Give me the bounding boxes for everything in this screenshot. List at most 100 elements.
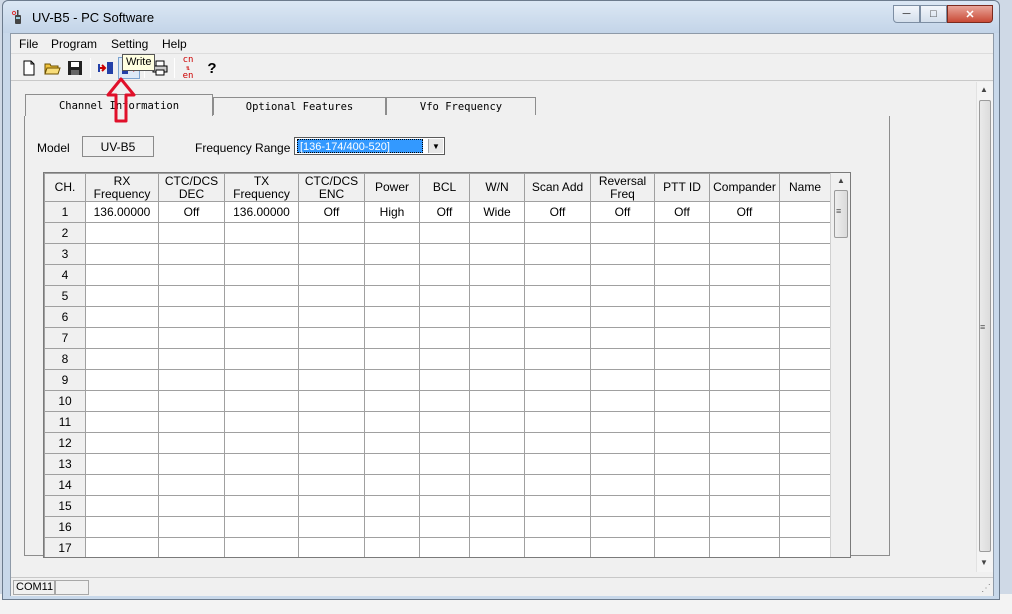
cell-tx-frequency[interactable] <box>224 327 299 349</box>
menu-setting[interactable]: Setting <box>111 37 148 51</box>
cell-bcl[interactable] <box>419 222 470 244</box>
column-header-power[interactable]: Power <box>364 173 420 202</box>
cell-reversal-freq[interactable] <box>590 495 655 517</box>
cell-reversal-freq[interactable]: Off <box>590 201 655 223</box>
cell-ctcdcs-enc[interactable] <box>298 516 365 538</box>
cell-ctcdcs-enc[interactable] <box>298 222 365 244</box>
table-row[interactable]: 6 <box>44 306 831 328</box>
cell-power[interactable] <box>364 474 420 496</box>
cell-reversal-freq[interactable] <box>590 306 655 328</box>
cell-reversal-freq[interactable] <box>590 411 655 433</box>
cell-bcl[interactable] <box>419 432 470 454</box>
cell-ptt-id[interactable] <box>654 306 710 328</box>
cell-ctcdcs-dec[interactable] <box>158 474 225 496</box>
cell-scan-add[interactable] <box>524 264 591 286</box>
cell-rx-frequency[interactable] <box>85 516 159 538</box>
cell-ptt-id[interactable] <box>654 453 710 475</box>
cell-reversal-freq[interactable] <box>590 222 655 244</box>
table-row[interactable]: 5 <box>44 285 831 307</box>
cell-ptt-id[interactable] <box>654 327 710 349</box>
cell-ctcdcs-dec[interactable] <box>158 285 225 307</box>
cell-bcl[interactable] <box>419 390 470 412</box>
cell-ctcdcs-enc[interactable] <box>298 390 365 412</box>
cell-ctcdcs-enc[interactable] <box>298 474 365 496</box>
cell-tx-frequency[interactable] <box>224 474 299 496</box>
close-button[interactable]: ✕ <box>947 5 993 23</box>
read-button[interactable] <box>95 57 117 79</box>
cell-rx-frequency[interactable] <box>85 348 159 370</box>
cell-reversal-freq[interactable] <box>590 432 655 454</box>
cell-wn[interactable] <box>469 537 525 557</box>
cell-scan-add[interactable] <box>524 537 591 557</box>
cell-ctcdcs-dec[interactable] <box>158 495 225 517</box>
cell-power[interactable] <box>364 516 420 538</box>
scroll-up-icon[interactable]: ▲ <box>980 85 988 94</box>
cell-tx-frequency[interactable] <box>224 495 299 517</box>
cell-bcl[interactable] <box>419 537 470 557</box>
cell-rx-frequency[interactable] <box>85 369 159 391</box>
cell-tx-frequency[interactable] <box>224 390 299 412</box>
cell-name[interactable] <box>779 306 831 328</box>
cell-compander[interactable] <box>709 222 780 244</box>
cell-bcl[interactable] <box>419 306 470 328</box>
cell-bcl[interactable] <box>419 264 470 286</box>
table-row[interactable]: 11 <box>44 411 831 433</box>
chevron-down-icon[interactable]: ▼ <box>428 139 443 153</box>
cell-ctcdcs-dec[interactable] <box>158 390 225 412</box>
table-row[interactable]: 1 136.00000 Off 136.00000 Off High Off Wide Off O… <box>44 201 831 223</box>
cell-name[interactable] <box>779 201 831 223</box>
cell-ctcdcs-dec[interactable] <box>158 264 225 286</box>
cell-ptt-id[interactable] <box>654 537 710 557</box>
cell-scan-add[interactable] <box>524 474 591 496</box>
cell-power[interactable]: High <box>364 201 420 223</box>
cell-scan-add[interactable] <box>524 390 591 412</box>
cell-name[interactable] <box>779 495 831 517</box>
cell-scan-add[interactable] <box>524 411 591 433</box>
cell-ctcdcs-enc[interactable] <box>298 348 365 370</box>
cell-name[interactable] <box>779 390 831 412</box>
menu-file[interactable]: File <box>19 37 38 51</box>
cell-compander[interactable]: Off <box>709 201 780 223</box>
cell-rx-frequency[interactable] <box>85 474 159 496</box>
cell-ctcdcs-dec[interactable] <box>158 432 225 454</box>
cell-ctcdcs-enc[interactable] <box>298 369 365 391</box>
cell-power[interactable] <box>364 327 420 349</box>
cell-wn[interactable] <box>469 264 525 286</box>
cell-ctcdcs-enc[interactable] <box>298 327 365 349</box>
cell-scan-add[interactable] <box>524 306 591 328</box>
new-file-button[interactable] <box>18 57 40 79</box>
window-vertical-scrollbar[interactable]: ▲ ≡ ▼ <box>976 82 993 572</box>
cell-tx-frequency[interactable] <box>224 369 299 391</box>
table-row[interactable]: 12 <box>44 432 831 454</box>
cell-bcl[interactable] <box>419 285 470 307</box>
cell-name[interactable] <box>779 369 831 391</box>
cell-power[interactable] <box>364 222 420 244</box>
cell-wn[interactable] <box>469 285 525 307</box>
cell-ptt-id[interactable] <box>654 348 710 370</box>
column-header-tx-frequency[interactable]: TX Frequency <box>224 173 299 202</box>
cell-ptt-id[interactable] <box>654 432 710 454</box>
cell-bcl[interactable] <box>419 369 470 391</box>
cell-rx-frequency[interactable] <box>85 390 159 412</box>
cell-rx-frequency[interactable] <box>85 306 159 328</box>
column-header-bcl[interactable]: BCL <box>419 173 470 202</box>
cell-scan-add[interactable] <box>524 222 591 244</box>
table-row[interactable]: 16 <box>44 516 831 538</box>
cell-rx-frequency[interactable] <box>85 537 159 557</box>
cell-power[interactable] <box>364 306 420 328</box>
cell-power[interactable] <box>364 369 420 391</box>
table-row[interactable]: 13 <box>44 453 831 475</box>
cell-tx-frequency[interactable] <box>224 222 299 244</box>
cell-ctcdcs-dec[interactable] <box>158 453 225 475</box>
cell-scan-add[interactable] <box>524 285 591 307</box>
cell-wn[interactable] <box>469 306 525 328</box>
cell-tx-frequency[interactable] <box>224 264 299 286</box>
cell-ctcdcs-dec[interactable] <box>158 243 225 265</box>
cell-bcl[interactable] <box>419 453 470 475</box>
cell-bcl[interactable] <box>419 516 470 538</box>
cell-tx-frequency[interactable] <box>224 306 299 328</box>
cell-bcl[interactable] <box>419 495 470 517</box>
column-header-ptt-id[interactable]: PTT ID <box>654 173 710 202</box>
cell-wn[interactable] <box>469 243 525 265</box>
cell-name[interactable] <box>779 264 831 286</box>
